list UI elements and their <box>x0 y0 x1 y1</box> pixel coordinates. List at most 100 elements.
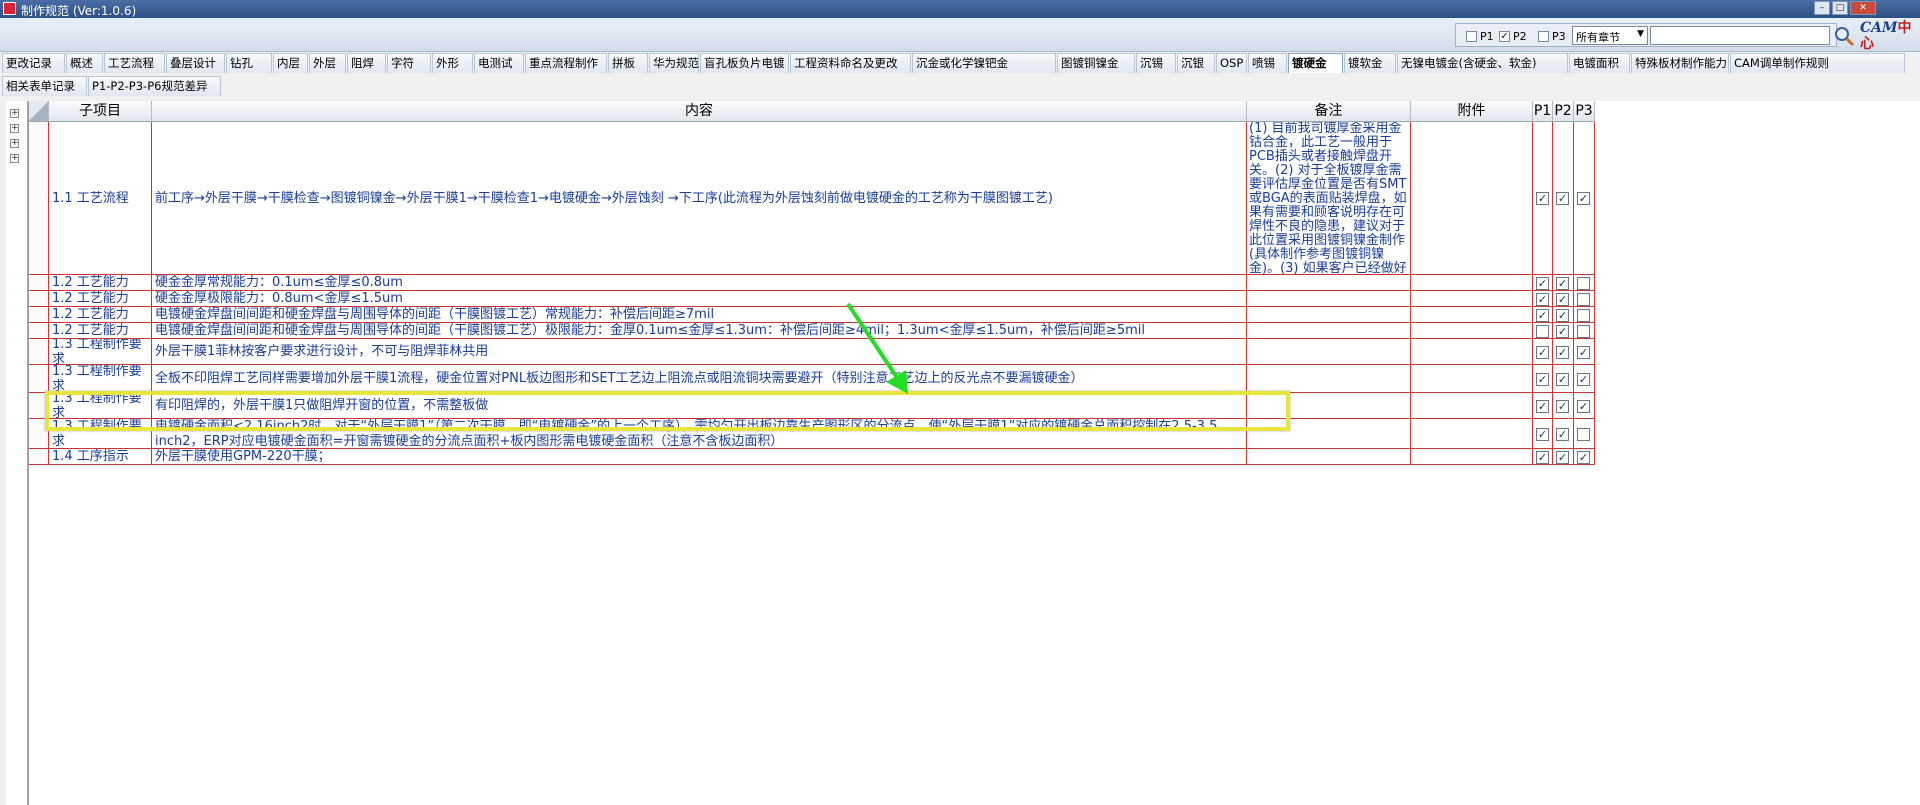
cell-item[interactable]: 1.3 工程制作要求 <box>49 365 152 393</box>
p3-checkbox[interactable]: ✓ <box>1577 192 1590 205</box>
cell-attachment[interactable] <box>1411 339 1533 365</box>
column-header-note[interactable]: 备注 <box>1247 101 1411 122</box>
cell-note[interactable]: (1) 目前我司镀厚金采用金钴合金，此工艺一般用于PCB插头或者接触焊盘开关。(… <box>1247 122 1411 275</box>
tab-chapter[interactable]: 沉锡 <box>1136 53 1176 73</box>
cell-p1[interactable]: ✓ <box>1533 122 1553 275</box>
column-header-attachment[interactable]: 附件 <box>1411 101 1533 122</box>
tab-chapter[interactable]: CAM调单制作规则 <box>1730 53 1905 73</box>
cell-attachment[interactable] <box>1411 393 1533 419</box>
table-row[interactable]: 1.3 工程制作要求 全板不印阻焊工艺同样需要增加外层干膜1流程，硬金位置对PNL… <box>29 365 1920 393</box>
tab-chapter[interactable]: 概述 <box>66 53 103 73</box>
cell-item[interactable]: 1.4 工序指示 <box>49 449 152 465</box>
close-button[interactable]: ✕ <box>1850 1 1876 15</box>
row-selector[interactable] <box>29 449 49 465</box>
cell-attachment[interactable] <box>1411 323 1533 339</box>
column-header-p1[interactable]: P1 <box>1533 101 1553 122</box>
tab-chapter[interactable]: 电镀面积 <box>1569 53 1630 73</box>
tab-chapter[interactable]: 盲孔板负片电镀 <box>700 53 789 73</box>
cell-p1[interactable]: ✓ <box>1533 291 1553 307</box>
cell-content[interactable]: 外层干膜使用GPM-220干膜； <box>152 449 1247 465</box>
tab-chapter[interactable]: 无镍电镀金(含硬金、软金) <box>1397 53 1568 73</box>
p2-checkbox[interactable]: ✓ <box>1556 277 1569 290</box>
p1-checkbox[interactable]: ✓ <box>1536 373 1549 386</box>
table-row[interactable]: 1.2 工艺能力 硬金金厚极限能力：0.8um<金厚≤1.5um ✓ ✓ <box>29 291 1920 307</box>
tab-chapter[interactable]: 阻焊 <box>347 53 386 73</box>
cell-content[interactable]: 前工序→外层干膜→干膜检查→图镀铜镍金→外层干膜1→干膜检查1→电镀硬金→外层蚀… <box>152 122 1247 275</box>
tab-chapter[interactable]: 钻孔 <box>226 53 272 73</box>
tab-chapter[interactable]: 图镀铜镍金 <box>1057 53 1135 73</box>
cell-attachment[interactable] <box>1411 365 1533 393</box>
cell-note[interactable] <box>1247 323 1411 339</box>
tab-chapter[interactable]: P1-P2-P3-P6规范差异 <box>88 76 221 96</box>
cell-note[interactable] <box>1247 307 1411 323</box>
tab-chapter[interactable]: 外层 <box>309 53 346 73</box>
tab-chapter[interactable]: 沉银 <box>1177 53 1215 73</box>
row-selector[interactable] <box>29 365 49 393</box>
p3-checkbox[interactable]: ✓ <box>1577 373 1590 386</box>
tab-chapter[interactable]: 相关表单记录 <box>2 76 87 96</box>
row-selector[interactable] <box>29 323 49 339</box>
cell-p2[interactable]: ✓ <box>1553 122 1574 275</box>
p3-checkbox[interactable] <box>1577 325 1590 338</box>
cell-note[interactable] <box>1247 449 1411 465</box>
tab-chapter[interactable]: 字符 <box>387 53 431 73</box>
cell-p3[interactable]: ✓ <box>1574 449 1595 465</box>
p3-checkbox[interactable] <box>1577 293 1590 306</box>
p2-checkbox[interactable]: ✓ <box>1556 400 1569 413</box>
p1-checkbox[interactable]: ✓ <box>1536 309 1549 322</box>
cell-p3[interactable] <box>1574 291 1595 307</box>
search-input[interactable] <box>1650 26 1830 45</box>
minimize-button[interactable]: – <box>1814 1 1830 15</box>
select-all-corner[interactable] <box>29 101 49 122</box>
cell-p3[interactable] <box>1574 275 1595 291</box>
tab-chapter[interactable]: 电测试 <box>474 53 524 73</box>
column-header-content[interactable]: 内容 <box>152 101 1247 122</box>
cell-p1[interactable]: ✓ <box>1533 419 1553 449</box>
cell-content[interactable]: 硬金金厚极限能力：0.8um<金厚≤1.5um <box>152 291 1247 307</box>
cell-content[interactable]: 电镀硬金焊盘间间距和硬金焊盘与周围导体的间距（干膜图镀工艺）常规能力：补偿后间距… <box>152 307 1247 323</box>
p3-checkbox[interactable]: ✓ <box>1577 451 1590 464</box>
cell-attachment[interactable] <box>1411 449 1533 465</box>
p1-checkbox[interactable] <box>1536 325 1549 338</box>
p2-checkbox[interactable]: ✓ <box>1556 293 1569 306</box>
column-header-p3[interactable]: P3 <box>1574 101 1595 122</box>
cell-p3[interactable]: ✓ <box>1574 365 1595 393</box>
p3-checkbox[interactable] <box>1577 428 1590 441</box>
tab-chapter[interactable]: 工程资料命名及更改 <box>790 53 911 73</box>
cell-p2[interactable]: ✓ <box>1553 365 1574 393</box>
p2-checkbox[interactable]: ✓ <box>1556 346 1569 359</box>
tab-chapter[interactable]: 沉金或化学镍钯金 <box>912 53 1056 73</box>
cell-p1[interactable]: ✓ <box>1533 393 1553 419</box>
tab-chapter[interactable]: 喷锡 <box>1248 53 1287 73</box>
maximize-button[interactable]: □ <box>1832 1 1848 15</box>
tab-active[interactable]: 镀硬金 <box>1288 53 1343 73</box>
row-selector[interactable] <box>29 339 49 365</box>
p3-checkbox[interactable]: ✓ <box>1577 400 1590 413</box>
cell-p1[interactable]: ✓ <box>1533 339 1553 365</box>
cell-note[interactable] <box>1247 291 1411 307</box>
cell-item[interactable]: 1.2 工艺能力 <box>49 323 152 339</box>
cell-attachment[interactable] <box>1411 307 1533 323</box>
p1-checkbox[interactable]: ✓ <box>1536 428 1549 441</box>
p2-checkbox[interactable]: ✓ <box>1556 428 1569 441</box>
p1-checkbox[interactable]: ✓ <box>1536 293 1549 306</box>
cell-item[interactable]: 1.3 工程制作要求 <box>49 339 152 365</box>
cell-attachment[interactable] <box>1411 275 1533 291</box>
tab-chapter[interactable]: 外形 <box>432 53 473 73</box>
tab-chapter[interactable]: 特殊板材制作能力 <box>1631 53 1729 73</box>
cell-content[interactable]: 外层干膜1菲林按客户要求进行设计，不可与阻焊菲林共用 <box>152 339 1247 365</box>
p2-checkbox[interactable]: ✓ <box>1556 373 1569 386</box>
row-selector[interactable] <box>29 307 49 323</box>
table-row[interactable]: 1.2 工艺能力 电镀硬金焊盘间间距和硬金焊盘与周围导体的间距（干膜图镀工艺）极限… <box>29 323 1920 339</box>
cell-p1[interactable]: ✓ <box>1533 449 1553 465</box>
p2-checkbox[interactable]: ✓ <box>1556 325 1569 338</box>
p1-checkbox[interactable]: ✓ <box>1536 451 1549 464</box>
column-header-item[interactable]: 子项目 <box>49 101 152 122</box>
tab-chapter[interactable]: 更改记录 <box>2 53 65 73</box>
cell-p2[interactable]: ✓ <box>1553 419 1574 449</box>
cell-content[interactable]: 硬金金厚常规能力：0.1um≤金厚≤0.8um <box>152 275 1247 291</box>
p3-checkbox[interactable] <box>1577 309 1590 322</box>
cell-item[interactable]: 1.1 工艺流程 <box>49 122 152 275</box>
tab-chapter[interactable]: OSP <box>1216 53 1247 73</box>
cell-attachment[interactable] <box>1411 419 1533 449</box>
